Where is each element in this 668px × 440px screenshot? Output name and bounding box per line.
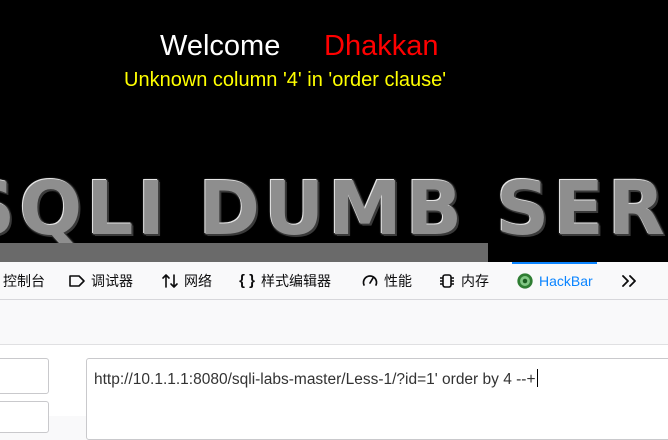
tab-style-editor-label: 样式编辑器 (261, 272, 331, 289)
hackbar-toolbar (0, 300, 668, 345)
debugger-icon (68, 272, 86, 290)
scrollbar-thumb[interactable] (0, 243, 488, 262)
memory-icon (438, 272, 456, 290)
hackbar-panel: http://10.1.1.1:8080/sqli-labs-master/Le… (0, 345, 668, 440)
tab-console-label: 控制台 (3, 272, 45, 289)
url-value: http://10.1.1.1:8080/sqli-labs-master/Le… (94, 371, 536, 388)
banner-text: SQLI DUMB SERIES (0, 172, 668, 244)
hackbar-icon (516, 272, 534, 290)
welcome-text: Welcome (160, 30, 281, 62)
active-tab-indicator (512, 262, 597, 264)
tab-console[interactable]: 控制台 (3, 262, 45, 299)
sql-error-message: Unknown column '4' in 'order clause' (124, 69, 447, 91)
style-editor-icon: { } (239, 272, 255, 289)
url-input-text: http://10.1.1.1:8080/sqli-labs-master/Le… (94, 369, 538, 389)
tab-debugger-label: 调试器 (91, 272, 133, 289)
welcome-line: Welcome Dhakkan (0, 30, 668, 70)
user-name: Dhakkan (324, 30, 439, 62)
tab-memory-label: 内存 (461, 272, 489, 289)
sqli-dumb-series-banner: SQLI DUMB SERIES (0, 172, 668, 244)
tab-network-label: 网络 (184, 272, 212, 289)
tab-memory[interactable]: 内存 (438, 262, 489, 299)
tabs-overflow-button[interactable] (620, 262, 638, 299)
devtools-tab-bar: 控制台 调试器 网络 { } 样式编辑器 性能 内存 HackBar (0, 262, 668, 300)
tab-performance-label: 性能 (384, 272, 412, 289)
load-url-button[interactable] (0, 358, 49, 394)
performance-icon (361, 272, 379, 290)
scrollbar-track (488, 243, 668, 262)
page-viewport: Welcome Dhakkan Unknown column '4' in 'o… (0, 0, 668, 262)
tab-hackbar[interactable]: HackBar (512, 262, 597, 299)
url-textarea[interactable]: http://10.1.1.1:8080/sqli-labs-master/Le… (86, 358, 668, 440)
tab-debugger[interactable]: 调试器 (68, 262, 133, 299)
tab-hackbar-label: HackBar (539, 272, 593, 289)
tab-performance[interactable]: 性能 (361, 262, 412, 299)
split-url-button[interactable] (0, 401, 49, 433)
tab-network[interactable]: 网络 (161, 262, 212, 299)
text-caret (536, 369, 538, 387)
chevron-double-right-icon (620, 272, 638, 290)
tab-style-editor[interactable]: { } 样式编辑器 (238, 262, 331, 299)
horizontal-scrollbar[interactable] (0, 243, 668, 262)
network-icon (161, 272, 179, 290)
